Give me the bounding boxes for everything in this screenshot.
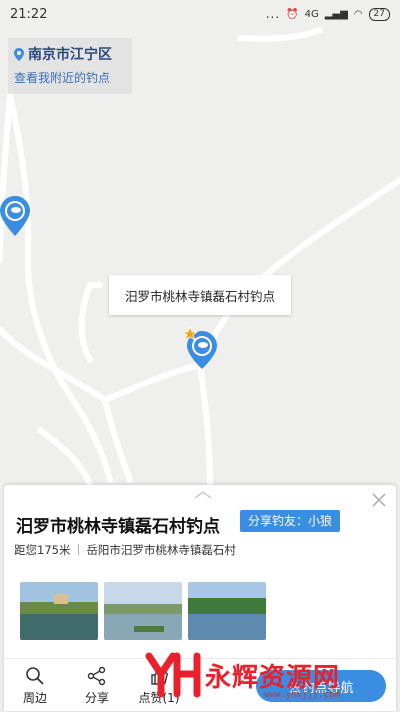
distance-label: 距您175米 xyxy=(14,543,71,557)
watermark-logo-icon xyxy=(145,652,201,698)
fish-marker-icon xyxy=(181,325,217,369)
location-panel[interactable]: 南京市江宁区 查看我附近的钓点 xyxy=(8,38,132,94)
address-label: 岳阳市汨罗市桃林寺镇磊石村 xyxy=(86,543,236,557)
nearby-label: 周边 xyxy=(22,690,47,705)
watermark-url: www.yhkjjj.com xyxy=(264,690,340,700)
nearby-button[interactable]: 周边 xyxy=(4,666,66,706)
city-label: 南京市江宁区 xyxy=(28,47,112,63)
share-label: 分享 xyxy=(84,690,109,705)
divider: | xyxy=(76,542,81,556)
tooltip-label: 汨罗市桃林寺镇磊石村钓点 xyxy=(124,288,275,304)
chevron-up-icon[interactable] xyxy=(194,491,212,499)
share-badge: 分享钓友：小狼 xyxy=(240,510,341,532)
fish-marker-icon xyxy=(0,196,30,236)
close-icon[interactable] xyxy=(372,493,386,507)
map-spot-tooltip[interactable]: 汨罗市桃林寺镇磊石村钓点 xyxy=(109,275,291,315)
fishing-spot-marker[interactable] xyxy=(0,196,30,240)
share-icon xyxy=(87,666,106,685)
status-icons: ... ⏰ 4G ▂▄▆ ◠ 27 xyxy=(266,7,390,21)
more-dots-icon: ... xyxy=(265,7,281,21)
spot-photo[interactable] xyxy=(104,582,182,640)
spot-photo[interactable] xyxy=(188,582,266,640)
photo-strip xyxy=(20,582,266,640)
spot-meta: 距您175米 | 岳阳市汨罗市桃林寺镇磊石村 xyxy=(14,542,236,558)
search-icon xyxy=(26,666,44,685)
location-title: 南京市江宁区 xyxy=(14,44,126,64)
status-bar: 21:22 ... ⏰ 4G ▂▄▆ ◠ 27 xyxy=(0,0,400,28)
nearby-spots-link[interactable]: 查看我附近的钓点 xyxy=(14,69,126,86)
alarm-icon: ⏰ xyxy=(286,8,299,20)
wifi-icon: ◠ xyxy=(353,8,363,20)
watermark-text: 永辉资源网 xyxy=(205,662,341,693)
share-button[interactable]: 分享 xyxy=(66,666,128,706)
spot-title: 汨罗市桃林寺镇磊石村钓点 xyxy=(16,517,220,537)
battery-icon: 27 xyxy=(368,7,390,21)
location-pin-icon xyxy=(14,47,24,61)
status-time: 21:22 xyxy=(10,6,48,22)
spot-photo[interactable] xyxy=(20,582,98,640)
signal-icon: ▂▄▆ xyxy=(324,8,348,20)
selected-spot-marker[interactable] xyxy=(181,325,218,373)
network-label: 4G xyxy=(304,8,319,20)
